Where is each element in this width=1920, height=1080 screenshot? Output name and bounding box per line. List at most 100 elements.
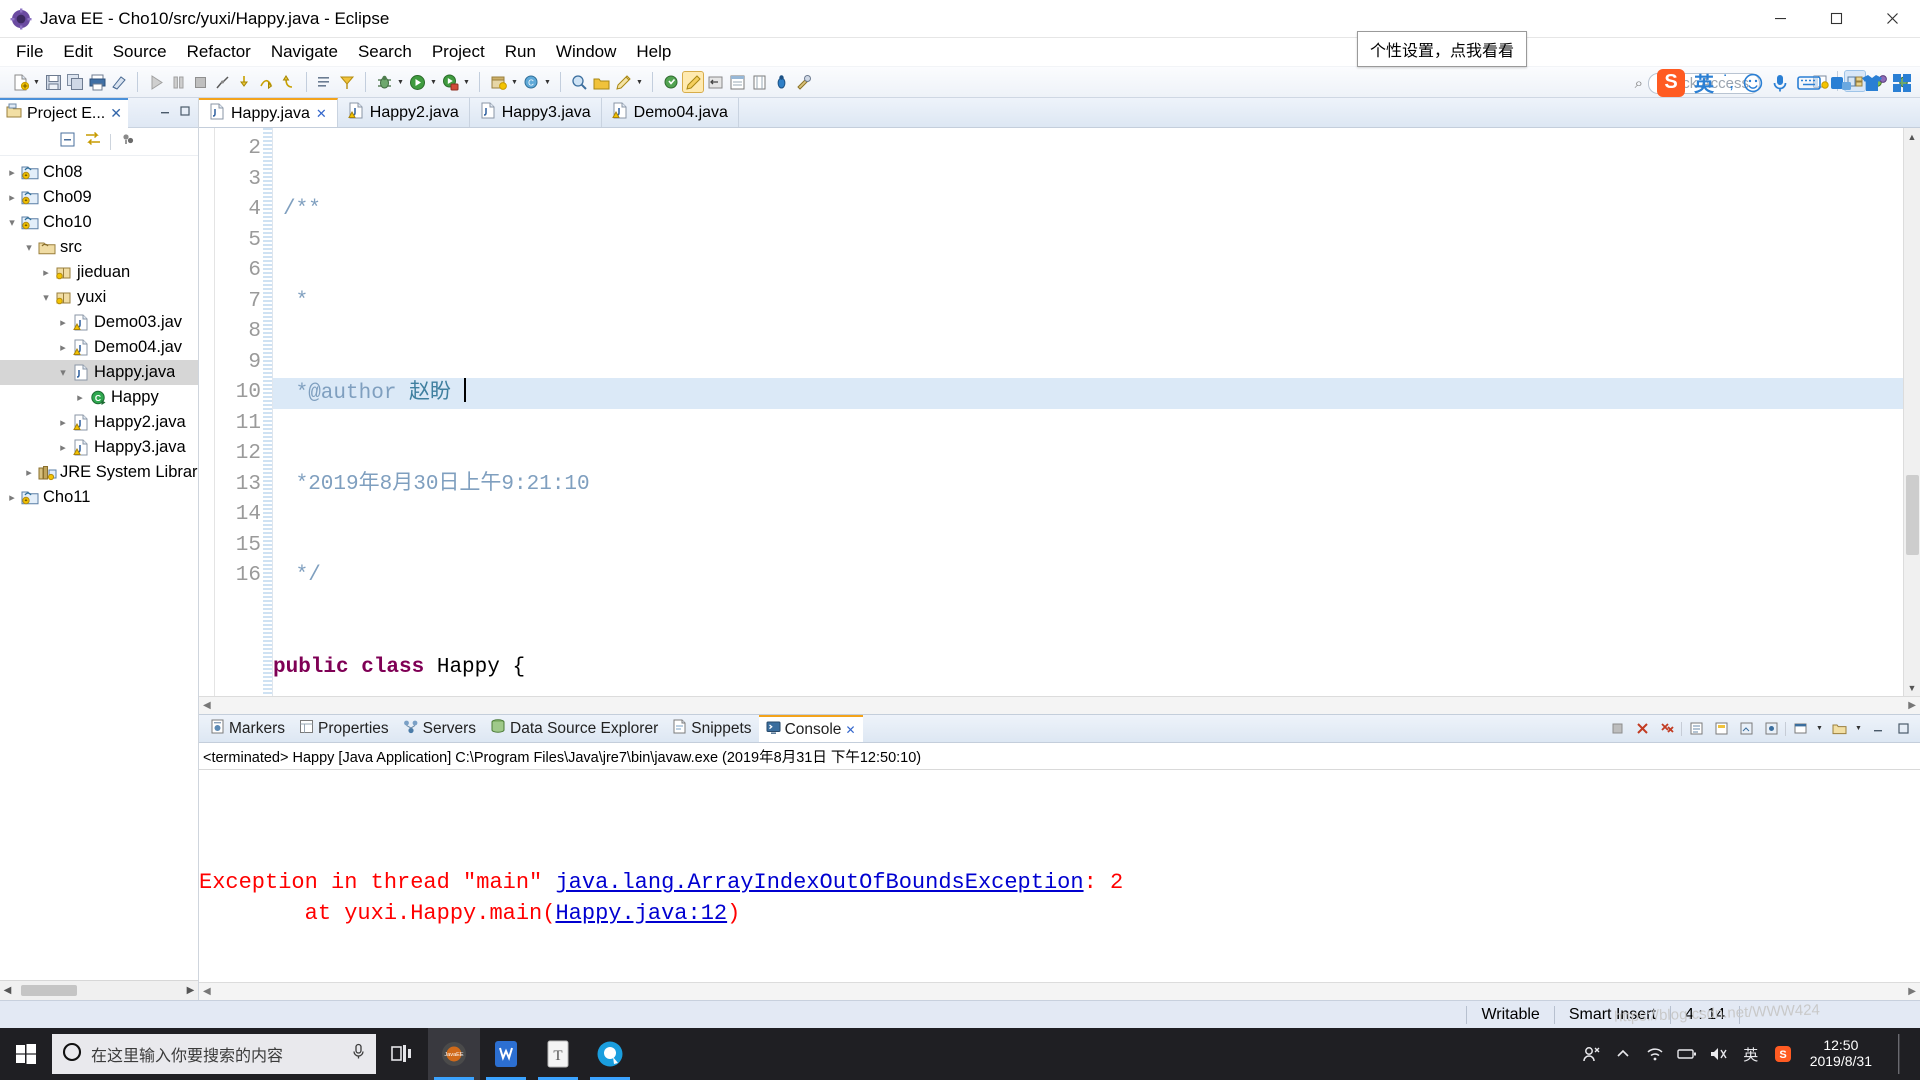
new-java-package-icon[interactable] [488,72,508,92]
tree-item-cho11[interactable]: ▸ Cho11 [0,485,198,510]
sogou-ime-bar[interactable]: S 英 ˙, [1657,68,1912,97]
link-with-editor-icon[interactable] [84,131,102,153]
project-explorer-hscrollbar[interactable]: ◀ ▶ [0,980,198,1000]
taskbar-app-wps-writer[interactable] [480,1028,532,1080]
editor-tab-demo04-java[interactable]: Demo04.java [602,98,739,127]
terminate-icon[interactable] [190,72,210,92]
console-link[interactable]: Happy.java:12 [555,901,727,926]
editor-hscrollbar[interactable]: ◀ ▶ [199,696,1920,714]
resume-icon[interactable] [146,72,166,92]
tree-item-yuxi[interactable]: ▾ yuxi [0,285,198,310]
ime-indicator[interactable]: 英 [1736,1028,1766,1080]
view-minimize-icon[interactable] [158,103,172,123]
ime-emoji-icon[interactable] [1743,73,1763,93]
remove-all-terminated-icon[interactable] [1657,719,1677,739]
run-dropdown-icon[interactable]: ▼ [428,72,439,92]
menu-search[interactable]: Search [348,39,422,65]
chevron-down-icon[interactable]: ▾ [55,366,71,379]
new-icon[interactable] [10,72,30,92]
microphone-icon[interactable] [351,1043,366,1065]
console-link[interactable]: java.lang.ArrayIndexOutOfBoundsException [555,870,1083,895]
console-output[interactable]: Exception in thread "main" java.lang.Arr… [199,770,1920,982]
console-tab-servers[interactable]: Servers [396,715,483,742]
save-icon[interactable] [43,72,63,92]
chevron-down-icon[interactable]: ▾ [4,216,20,229]
chevron-right-icon[interactable]: ▸ [55,341,71,354]
tree-item-cho09[interactable]: ▸ Cho09 [0,185,198,210]
tree-item-happy[interactable]: ▸ C Happy [0,385,198,410]
show-console-when-output-icon[interactable] [1736,719,1756,739]
ime-keyboard-icon[interactable] [1797,74,1821,92]
editor-marker-bar[interactable] [199,128,215,696]
show-desktop-button[interactable] [1884,1028,1914,1080]
console-tab-close-icon[interactable]: ✕ [845,723,855,737]
minimize-button[interactable] [1752,0,1808,38]
menu-refactor[interactable]: Refactor [177,39,261,65]
people-icon[interactable] [1576,1028,1606,1080]
close-button[interactable] [1864,0,1920,38]
tree-item-jieduan[interactable]: ▸ jieduan [0,260,198,285]
tree-item-cho10[interactable]: ▾ Cho10 [0,210,198,235]
tree-item-ch08[interactable]: ▸ Ch08 [0,160,198,185]
editor-vscroll-track[interactable] [1904,145,1920,679]
back-history-icon[interactable] [705,72,725,92]
sogou-logo-icon[interactable]: S [1657,68,1685,97]
ime-punctuation-icon[interactable]: ˙, [1723,72,1734,93]
open-resource-icon[interactable] [613,72,633,92]
menu-help[interactable]: Help [626,39,681,65]
tree-item-happy3-java[interactable]: ▸ Happy3.java [0,435,198,460]
scroll-right-icon[interactable]: ▶ [183,985,198,996]
search-icon[interactable] [569,72,589,92]
run-icon[interactable] [407,72,427,92]
chevron-right-icon[interactable]: ▸ [55,416,71,429]
battery-icon[interactable] [1672,1028,1702,1080]
editor-scroll-down-icon[interactable]: ▼ [1908,679,1917,696]
menu-file[interactable]: File [6,39,53,65]
collapse-all-icon[interactable] [59,131,76,153]
console-tab-properties[interactable]: Properties [292,715,396,742]
project-explorer-close-icon[interactable]: ✕ [110,105,122,122]
taskbar-app-eclipse[interactable]: JavaEE [428,1028,480,1080]
toggle-block-selection-icon[interactable] [749,72,769,92]
save-all-icon[interactable] [65,72,85,92]
terminate-console-icon[interactable] [1607,719,1627,739]
ime-more-icon[interactable] [1892,73,1912,93]
project-tree[interactable]: ▸ Ch08 ▸ Cho09 ▾ Cho10 ▾ src ▸ jieduan ▾ yuxi ▸ Demo0… [0,156,198,980]
menu-window[interactable]: Window [546,39,626,65]
tree-item-jre-system-librar[interactable]: ▸ JRE System Librar [0,460,198,485]
tab-project-explorer[interactable]: Project E... ✕ [0,97,128,128]
editor-scroll-right-icon[interactable]: ▶ [1908,700,1916,711]
tree-item-demo03-jav[interactable]: ▸ Demo03.jav [0,310,198,335]
editor-scroll-up-icon[interactable]: ▲ [1908,128,1917,145]
menu-navigate[interactable]: Navigate [261,39,348,65]
tree-item-src[interactable]: ▾ src [0,235,198,260]
java-editor[interactable]: 2 3 4 5 6 7 8 9 10 11 12 13 14 15 16 /** * *@author 赵盼… [199,128,1920,696]
toggle-mark-occurrences-icon[interactable] [109,72,129,92]
open-console-dropdown-icon[interactable]: ▼ [1853,719,1864,739]
chevron-down-icon[interactable]: ▾ [21,241,37,254]
editor-vscroll-thumb[interactable] [1905,475,1919,555]
clear-console-icon[interactable] [1686,719,1706,739]
start-button[interactable] [0,1028,52,1080]
chevron-right-icon[interactable]: ▸ [38,266,54,279]
scroll-lock-icon[interactable] [1711,719,1731,739]
editor-folding-bar[interactable] [263,128,273,696]
display-selected-console-icon[interactable] [1790,719,1810,739]
editor-tab-happy-java[interactable]: Happy.java ✕ [199,98,338,127]
console-tab-markers[interactable]: Markers [203,715,292,742]
external-tools-icon[interactable] [793,72,813,92]
step-into-icon[interactable] [234,72,254,92]
open-type-icon[interactable] [591,72,611,92]
console-tab-snippets[interactable]: Snippets [665,715,758,742]
debug-icon[interactable] [374,72,394,92]
chevron-down-icon[interactable]: ▾ [38,291,54,304]
hscroll-thumb[interactable] [21,985,77,996]
chevron-right-icon[interactable]: ▸ [4,491,20,504]
view-maximize-icon[interactable] [178,103,192,123]
view-menu-icon[interactable] [119,131,136,153]
maximize-button[interactable] [1808,0,1864,38]
chevron-right-icon[interactable]: ▸ [4,166,20,179]
console-tab-data-source-explorer[interactable]: Data Source Explorer [483,715,665,742]
show-view-icon[interactable] [727,72,747,92]
menu-run[interactable]: Run [495,39,546,65]
